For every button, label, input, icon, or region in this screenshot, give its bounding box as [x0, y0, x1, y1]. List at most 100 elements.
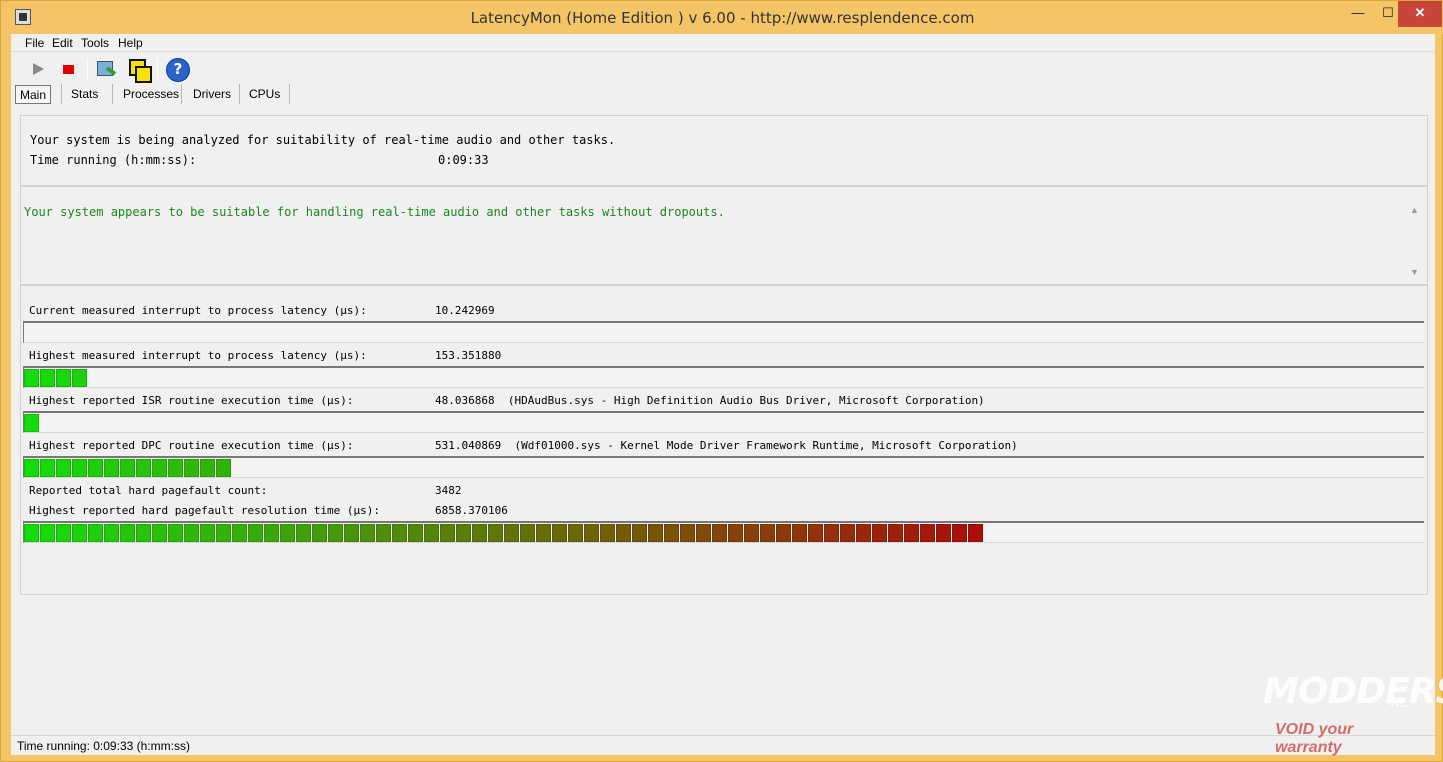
tab-main[interactable]: Main [15, 85, 52, 104]
metric-bar [23, 456, 1424, 478]
bar-segment [56, 369, 71, 387]
bar-segment [200, 524, 215, 542]
stop-icon[interactable] [56, 57, 80, 81]
bar-segment [72, 369, 87, 387]
tab-separator [112, 84, 113, 104]
bar-segment [104, 524, 119, 542]
tab-drivers[interactable]: Drivers [189, 85, 235, 104]
watermark-sub: VOID your warranty [1275, 721, 1354, 756]
bar-segment [632, 524, 647, 542]
bar-segment [776, 524, 791, 542]
tab-processes[interactable]: Processes [119, 85, 183, 104]
menu-tools[interactable]: Tools [81, 36, 109, 50]
bar-segment [168, 459, 183, 477]
bar-segment [424, 524, 439, 542]
menu-edit[interactable]: Edit [52, 36, 73, 50]
toolbar-separator [87, 58, 88, 80]
bar-segment [360, 524, 375, 542]
metric-value: 10.242969 [435, 304, 495, 317]
client-area: File Edit Tools Help Main Stats Processe… [11, 34, 1435, 755]
bar-fill [24, 369, 88, 387]
menu-bar: File Edit Tools Help [11, 34, 1435, 52]
minimize-button[interactable]: — [1341, 1, 1375, 27]
metric-label: Current measured interrupt to process la… [29, 304, 367, 317]
bar-segment [968, 524, 983, 542]
bar-segment [488, 524, 503, 542]
watermark-logo: MODDERS INC. VOID your warranty [1263, 671, 1443, 756]
bar-segment [24, 369, 39, 387]
metric-value: 531.040869 (Wdf01000.sys - Kernel Mode D… [435, 439, 1018, 452]
bar-segment [40, 369, 55, 387]
tab-bar: Main Stats Processes Drivers CPUs [11, 84, 1435, 106]
bar-segment [904, 524, 919, 542]
metric-label: Highest reported DPC routine execution t… [29, 439, 354, 452]
bar-segment [952, 524, 967, 542]
bar-segment [392, 524, 407, 542]
bar-segment [520, 524, 535, 542]
bar-segment [536, 524, 551, 542]
bar-segment [408, 524, 423, 542]
status-text: Time running: 0:09:33 (h:mm:ss) [17, 739, 190, 753]
metric-label: Highest reported ISR routine execution t… [29, 394, 354, 407]
play-icon[interactable] [27, 57, 51, 81]
bar-segment [760, 524, 775, 542]
bar-segment [152, 524, 167, 542]
metric-bar [23, 366, 1424, 388]
menu-file[interactable]: File [25, 36, 44, 50]
watermark-inc: INC. [1389, 699, 1409, 710]
bar-segment [120, 524, 135, 542]
metric-label: Highest measured interrupt to process la… [29, 349, 367, 362]
bar-segment [136, 459, 151, 477]
bar-segment [712, 524, 727, 542]
bar-segment [504, 524, 519, 542]
tab-stats[interactable]: Stats [67, 85, 102, 104]
menu-help[interactable]: Help [118, 36, 143, 50]
bar-segment [856, 524, 871, 542]
bar-segment [584, 524, 599, 542]
bar-segment [328, 524, 343, 542]
tool-windows-icon[interactable] [126, 57, 152, 83]
tab-cpus[interactable]: CPUs [245, 85, 284, 104]
analysis-status: Your system is being analyzed for suitab… [30, 133, 616, 147]
metric-detail: (HDAudBus.sys - High Definition Audio Bu… [507, 394, 985, 407]
tab-separator [181, 84, 182, 104]
bar-segment [920, 524, 935, 542]
bar-segment [88, 459, 103, 477]
bar-segment [616, 524, 631, 542]
bar-segment [296, 524, 311, 542]
metric-label: Reported total hard pagefault count: [29, 484, 268, 497]
bar-segment [472, 524, 487, 542]
time-running-value: 0:09:33 [438, 153, 489, 167]
bar-segment [104, 459, 119, 477]
bar-segment [280, 524, 295, 542]
time-running-label: Time running (h:mm:ss): [30, 153, 197, 167]
window-title: LatencyMon (Home Edition ) v 6.00 - http… [470, 9, 975, 27]
bar-segment [600, 524, 615, 542]
verdict-panel[interactable]: Your system appears to be suitable for h… [20, 186, 1428, 285]
bar-segment [312, 524, 327, 542]
bar-segment [24, 459, 39, 477]
metric-value: 3482 [435, 484, 462, 497]
bar-segment [56, 524, 71, 542]
bar-fill [24, 524, 984, 542]
bar-segment [184, 459, 199, 477]
bar-segment [568, 524, 583, 542]
title-bar[interactable]: LatencyMon (Home Edition ) v 6.00 - http… [1, 1, 1443, 34]
metric-detail: (Wdf01000.sys - Kernel Mode Driver Frame… [514, 439, 1018, 452]
metric-bar [23, 321, 1424, 343]
bar-segment [440, 524, 455, 542]
bar-segment [168, 524, 183, 542]
help-icon[interactable] [165, 57, 190, 82]
metric-label: Highest reported hard pagefault resoluti… [29, 504, 380, 517]
tool-monitor-icon[interactable] [94, 57, 118, 81]
watermark-main: MODDERS [1263, 671, 1443, 712]
bar-segment [184, 524, 199, 542]
bar-segment [728, 524, 743, 542]
bar-segment [264, 524, 279, 542]
close-button[interactable]: ✕ [1398, 1, 1442, 27]
bar-segment [840, 524, 855, 542]
bar-fill [24, 459, 232, 477]
scroll-down-icon[interactable]: ▼ [1410, 267, 1419, 277]
bar-segment [216, 459, 231, 477]
scroll-up-icon[interactable]: ▲ [1410, 205, 1419, 215]
